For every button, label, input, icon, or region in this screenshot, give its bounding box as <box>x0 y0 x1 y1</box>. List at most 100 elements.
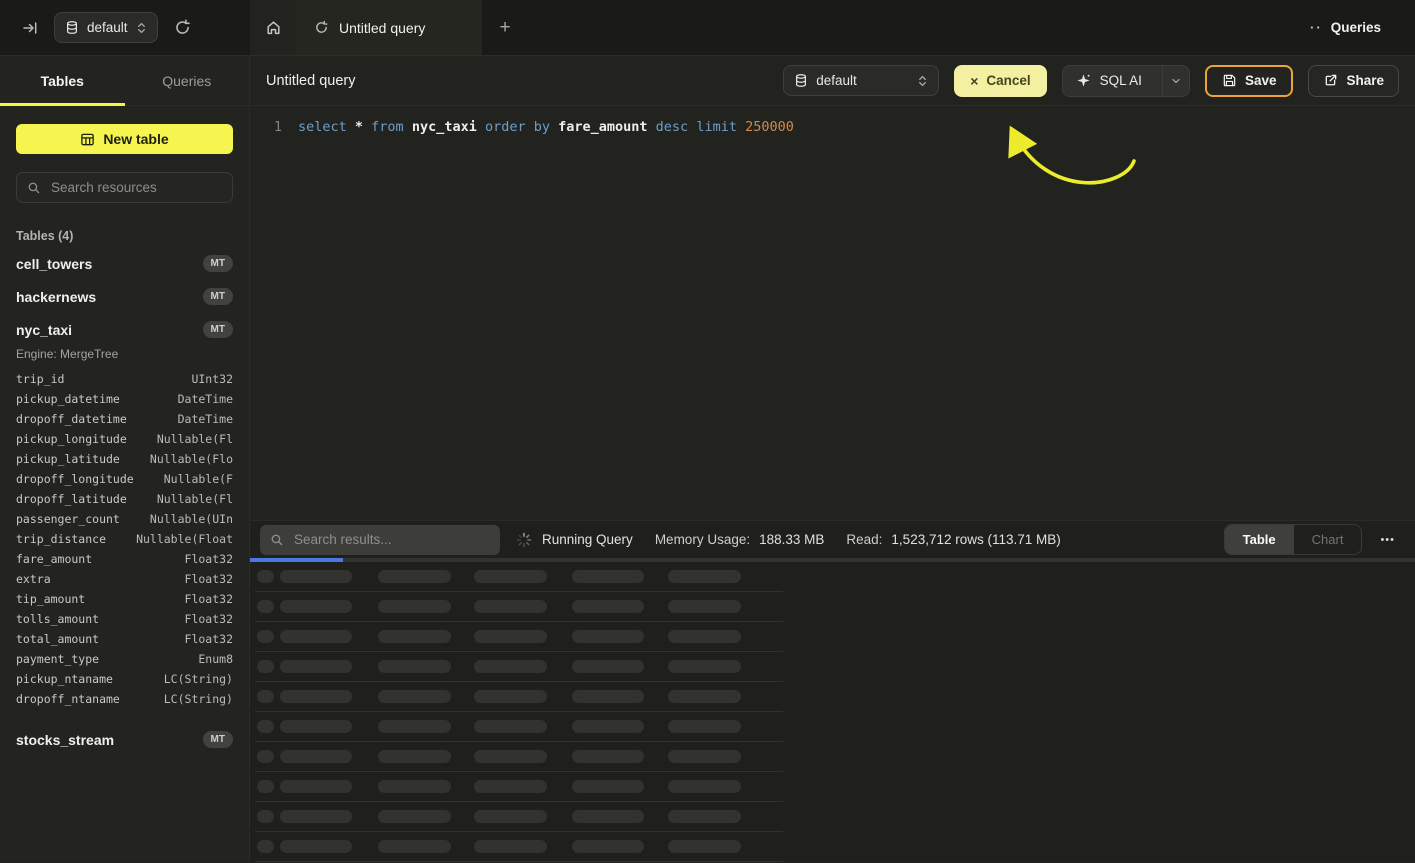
table-item-nyc_taxi[interactable]: nyc_taxi MT <box>16 313 233 346</box>
skeleton-cell <box>474 810 547 823</box>
sidebar-database-value: default <box>87 20 128 35</box>
sidebar-database-selector[interactable]: default <box>54 12 158 43</box>
column-name: tip_amount <box>16 592 85 606</box>
skeleton-cell <box>257 810 274 823</box>
progress-fill <box>250 558 343 562</box>
column-name: total_amount <box>16 632 99 646</box>
refresh-database-button[interactable] <box>170 15 195 40</box>
sidebar: Tables Queries New table <box>0 56 250 862</box>
skeleton-cell <box>280 810 352 823</box>
database-icon <box>65 20 79 35</box>
share-label: Share <box>1346 73 1384 88</box>
refresh-icon <box>174 19 191 36</box>
skeleton-row <box>255 562 783 592</box>
table-item-hackernews[interactable]: hackernewsMT <box>16 280 233 313</box>
column-row: tolls_amountFloat32 <box>16 609 233 629</box>
cancel-button[interactable]: × Cancel <box>954 65 1046 97</box>
share-button[interactable]: Share <box>1308 65 1399 97</box>
main-panel: Untitled query default × <box>250 56 1415 862</box>
tab-label: Untitled query <box>339 20 425 36</box>
sql-token: limit <box>696 119 745 135</box>
memory-usage-value: 188.33 MB <box>759 532 824 547</box>
sql-code-line[interactable]: select * from nyc_taxi order by fare_amo… <box>298 119 794 520</box>
column-type: Nullable(Fl <box>157 432 233 446</box>
table-item-cell_towers[interactable]: cell_towersMT <box>16 247 233 280</box>
table-engine: Engine: MergeTree <box>16 347 233 361</box>
navbar-right: ·· Queries <box>1304 0 1415 55</box>
column-name: payment_type <box>16 652 99 666</box>
new-tab-button[interactable]: + <box>482 0 528 55</box>
skeleton-cell <box>257 630 274 643</box>
skeleton-cell <box>572 780 644 793</box>
read-label: Read: <box>846 532 882 547</box>
query-database-value: default <box>816 73 857 88</box>
results-toolbar: Running Query Memory Usage: 188.33 MB Re… <box>250 520 1415 558</box>
chevron-down-icon <box>1170 75 1182 87</box>
skeleton-cell <box>572 720 644 733</box>
save-label: Save <box>1245 73 1277 88</box>
collapse-sidebar-button[interactable] <box>18 16 42 40</box>
table-item-stocks_stream[interactable]: stocks_streamMT <box>16 723 233 756</box>
memory-usage-label: Memory Usage: <box>655 532 750 547</box>
skeleton-cell <box>280 720 352 733</box>
skeleton-cell <box>280 780 352 793</box>
column-name: pickup_longitude <box>16 432 127 446</box>
sql-ai-button[interactable]: SQL AI <box>1062 65 1190 97</box>
results-search <box>260 525 500 555</box>
column-row: tip_amount Float32 <box>16 589 233 609</box>
results-search-input[interactable] <box>292 531 490 548</box>
chevron-up-down-icon <box>917 74 928 88</box>
table-name: cell_towers <box>16 256 92 272</box>
skeleton-cell <box>474 690 547 703</box>
resource-search-input[interactable] <box>49 179 230 196</box>
column-row: payment_typeEnum8 <box>16 649 233 669</box>
read-value: 1,523,712 rows (113.71 MB) <box>891 532 1060 547</box>
sql-ai-dropdown[interactable] <box>1162 66 1189 96</box>
save-button[interactable]: Save <box>1205 65 1294 97</box>
skeleton-row <box>255 802 783 832</box>
view-toggle-table[interactable]: Table <box>1225 525 1294 554</box>
query-status: Running Query <box>542 532 633 547</box>
skeleton-cell <box>572 630 644 643</box>
sql-ai-main[interactable]: SQL AI <box>1063 66 1154 96</box>
column-type: LC(String) <box>164 692 233 706</box>
skeleton-cell <box>280 660 352 673</box>
new-table-button[interactable]: New table <box>16 124 233 154</box>
queries-link[interactable]: ·· Queries <box>1304 19 1387 36</box>
home-icon <box>265 19 282 36</box>
skeleton-cell <box>474 660 547 673</box>
column-row: pickup_datetimeDateTime <box>16 389 233 409</box>
skeleton-cell <box>668 630 741 643</box>
skeleton-row <box>255 772 783 802</box>
column-type: Float32 <box>185 592 233 606</box>
query-database-selector[interactable]: default <box>783 65 939 96</box>
sidebar-tab-queries[interactable]: Queries <box>125 56 250 105</box>
active-tab-underline <box>0 103 125 106</box>
view-toggle-chart[interactable]: Chart <box>1294 525 1362 554</box>
results-panel: Running Query Memory Usage: 188.33 MB Re… <box>250 520 1415 862</box>
skeleton-cell <box>668 660 741 673</box>
more-options-button[interactable]: ••• <box>1374 533 1401 547</box>
sql-token: from <box>371 119 412 135</box>
skeleton-cell <box>257 570 274 583</box>
skeleton-cell <box>378 720 451 733</box>
tab-untitled-query[interactable]: Untitled query <box>296 0 482 55</box>
column-name: trip_id <box>16 372 64 386</box>
column-name: extra <box>16 572 51 586</box>
save-icon <box>1222 73 1237 88</box>
collapse-sidebar-icon <box>22 20 38 36</box>
skeleton-cell <box>257 840 274 853</box>
sql-editor[interactable]: 1 select * from nyc_taxi order by fare_a… <box>250 106 1415 520</box>
search-icon <box>270 533 284 547</box>
engine-badge: MT <box>203 321 233 338</box>
table-name: nyc_taxi <box>16 322 72 338</box>
home-button[interactable] <box>250 0 296 55</box>
sidebar-tab-tables[interactable]: Tables <box>0 56 125 105</box>
sidebar-tab-queries-label: Queries <box>162 73 211 89</box>
sql-token: desc <box>656 119 697 135</box>
sql-ai-label: SQL AI <box>1100 73 1142 88</box>
skeleton-cell <box>474 600 547 613</box>
sidebar-tabs: Tables Queries <box>0 56 249 106</box>
column-name: fare_amount <box>16 552 92 566</box>
column-type: DateTime <box>178 412 233 426</box>
